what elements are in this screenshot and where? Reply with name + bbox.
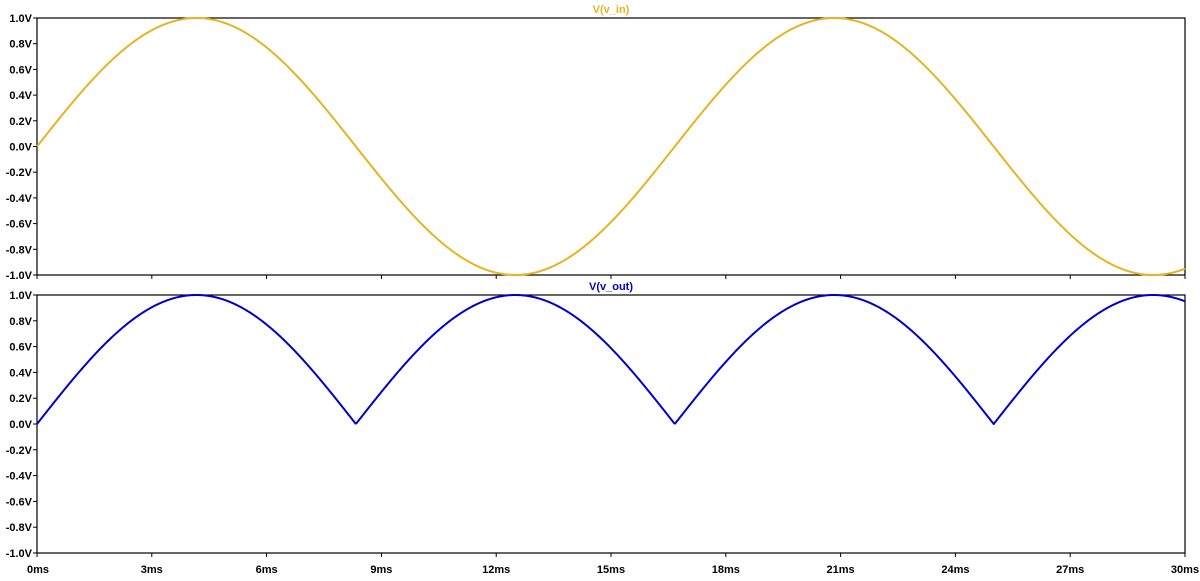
pane-2: 1.0V 0.8V 0.6V 0.4V 0.2V 0.0V -0.2V -0.4V -0.6V -… <box>6 281 1199 576</box>
y-tick-label: -0.4V <box>6 193 33 205</box>
y-tick-label: 0.0V <box>9 142 32 154</box>
x-tick-label: 27ms <box>1056 564 1084 576</box>
y-tick-label: 0.8V <box>9 316 32 328</box>
trace-title: V(v_in) <box>593 4 630 16</box>
plot-frame <box>36 17 1186 276</box>
x-tick-label: 3ms <box>141 564 163 576</box>
y-tick-label: 0.2V <box>9 116 32 128</box>
y-tick-label: 0.2V <box>9 393 32 405</box>
x-tick-label: 15ms <box>597 564 625 576</box>
x-tick-label: 9ms <box>370 564 392 576</box>
y-tick-label: 1.0V <box>9 13 32 25</box>
x-tick-label: 24ms <box>941 564 969 576</box>
y-tick-label: 0.4V <box>9 367 32 379</box>
y-tick-label: 0.4V <box>9 90 32 102</box>
y-tick-label: -0.6V <box>6 219 33 231</box>
x-tick-label: 6ms <box>256 564 278 576</box>
x-tick-label: 12ms <box>482 564 510 576</box>
plot-frame <box>36 294 1186 554</box>
y-tick-label: -0.4V <box>6 471 33 483</box>
y-tick-label: -1.0V <box>6 548 33 560</box>
waveform-plot: 1.0V 0.8V 0.6V 0.4V 0.2V 0.0V -0.2V -0.4V -0.6V -… <box>6 4 1199 576</box>
y-tick-label: 0.0V <box>9 419 32 431</box>
x-tick-label: 30ms <box>1171 564 1199 576</box>
x-tick-label: 18ms <box>712 564 740 576</box>
trace-title: V(v_out) <box>589 281 633 293</box>
y-tick-label: -0.2V <box>6 167 33 179</box>
y-tick-label: -0.6V <box>6 496 33 508</box>
y-tick-label: -0.8V <box>6 522 33 534</box>
x-tick-label: 21ms <box>827 564 855 576</box>
y-tick-label: 0.6V <box>9 342 32 354</box>
y-tick-label: -0.8V <box>6 244 33 256</box>
y-tick-label: 1.0V <box>9 290 32 302</box>
y-tick-label: -0.2V <box>6 445 33 457</box>
y-tick-label: 0.8V <box>9 39 32 51</box>
x-tick-label: 0ms <box>27 564 49 576</box>
y-tick-label: 0.6V <box>9 64 32 76</box>
y-tick-label: -1.0V <box>6 270 33 282</box>
pane-1: 1.0V 0.8V 0.6V 0.4V 0.2V 0.0V -0.2V -0.4V -0.6V -… <box>6 4 1186 282</box>
